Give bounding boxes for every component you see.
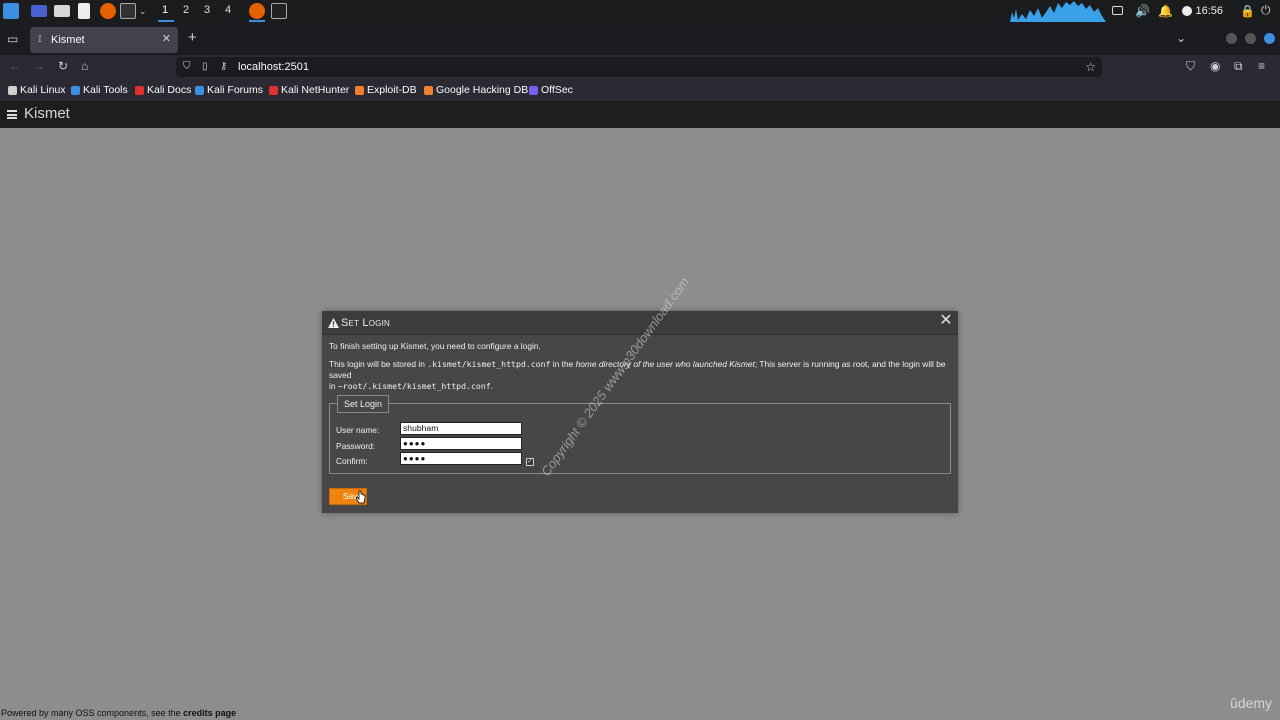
screen-icon[interactable] [1112, 6, 1123, 15]
pocket-icon[interactable]: ⛉ [1186, 59, 1195, 73]
kali-docs-icon [135, 85, 144, 95]
footer: Powered by many OSS components, see the … [0, 695, 1280, 720]
home-icon[interactable]: ⌂ [81, 59, 88, 73]
network-activity-graph [1010, 1, 1106, 22]
files-icon[interactable] [54, 5, 70, 17]
page-info-icon[interactable]: ▯ [202, 60, 208, 74]
tab-strip: ▭ ⟟ Kismet ✕ + ⌄ [0, 23, 1280, 55]
extensions-icon[interactable]: ⧉ [1234, 59, 1243, 73]
udemy-watermark: ûdemy [1229, 695, 1272, 711]
tracking-protection-icon[interactable]: ⛉ [183, 60, 191, 74]
bookmark-kali-nethunter[interactable]: Kali NetHunter [269, 84, 349, 96]
hamburger-menu-icon[interactable] [7, 110, 17, 119]
back-icon[interactable]: ← [9, 59, 21, 73]
tab-title: Kismet [51, 34, 85, 46]
bookmark-star-icon[interactable]: ☆ [1085, 60, 1096, 74]
window-maximize-button[interactable] [1245, 33, 1256, 44]
kali-tools-icon [71, 85, 80, 95]
firefox-icon[interactable] [100, 3, 116, 19]
notification-bell-icon[interactable]: 🔔 [1158, 4, 1173, 18]
forward-icon[interactable]: → [33, 59, 45, 73]
fieldset-legend: Set Login [337, 395, 390, 413]
kali-forums-icon [195, 85, 204, 95]
tab-list-icon[interactable]: ▭ [7, 32, 18, 46]
tab-kismet[interactable]: ⟟ Kismet ✕ [30, 27, 178, 53]
bookmark-offsec[interactable]: OffSec [529, 84, 573, 96]
lock-icon[interactable]: 🔒 [1240, 4, 1255, 18]
mouse-cursor-icon [356, 490, 366, 504]
workspace-2[interactable]: 2 [183, 4, 189, 16]
window-close-button[interactable] [1264, 33, 1275, 44]
os-taskbar: ⌄ 1 2 3 4 🔊 🔔 16:56 🔒 ⏻ [0, 0, 1280, 23]
kali-menu-icon[interactable] [3, 3, 19, 19]
bookmarks-toolbar: Kali Linux Kali Tools Kali Docs Kali For… [0, 79, 1280, 101]
workspace-3[interactable]: 3 [204, 4, 210, 16]
app-title: Kismet [24, 105, 70, 122]
footer-text: Powered by many OSS components, see the [1, 708, 184, 718]
firefox-running-indicator [249, 20, 265, 22]
dialog-storage-note: This login will be stored in .kismet/kis… [329, 359, 946, 391]
text-editor-icon[interactable] [78, 3, 90, 19]
volume-icon[interactable]: 🔊 [1135, 4, 1150, 18]
bookmark-exploit-db[interactable]: Exploit-DB [355, 84, 417, 96]
kismet-favicon: ⟟ [38, 34, 42, 45]
workspace-active-indicator [158, 20, 174, 22]
clock-icon [1182, 6, 1192, 16]
url-bar[interactable]: ⛉ ▯ ⚷ localhost:2501 ☆ [176, 57, 1102, 77]
bookmark-kali-forums[interactable]: Kali Forums [195, 84, 263, 96]
bookmark-kali-tools[interactable]: Kali Tools [71, 84, 128, 96]
terminal-icon[interactable] [120, 3, 136, 19]
navigation-toolbar: ← → ↻ ⌂ ⛉ ▯ ⚷ localhost:2501 ☆ ⛉ ◉ ⧉ ≡ [0, 55, 1280, 79]
password-field[interactable]: ●●●● [400, 437, 522, 450]
kismet-header: Kismet [0, 101, 1280, 128]
bookmark-google-hacking-db[interactable]: Google Hacking DB [424, 84, 528, 96]
password-label: Password: [336, 441, 376, 451]
username-field[interactable]: shubham [400, 422, 522, 435]
confirm-field[interactable]: ●●●● [400, 452, 522, 465]
power-icon[interactable]: ⏻ [1261, 3, 1271, 17]
reload-icon[interactable]: ↻ [58, 59, 68, 73]
kali-linux-icon [8, 85, 17, 95]
confirm-match-icon: ✓ [526, 458, 534, 466]
close-icon[interactable]: ✕ [938, 313, 954, 330]
warning-icon [328, 318, 339, 328]
set-login-fieldset: Set Login User name: shubham Password: ●… [329, 395, 951, 474]
exploit-db-icon [355, 85, 364, 95]
terminal-running-icon[interactable] [271, 3, 287, 19]
credits-link[interactable]: credits page [183, 708, 236, 718]
username-label: User name: [336, 425, 380, 435]
workspace-1[interactable]: 1 [162, 4, 168, 16]
menu-icon[interactable]: ≡ [1258, 59, 1265, 73]
chevron-down-icon[interactable]: ⌄ [139, 4, 147, 18]
tab-close-icon[interactable]: ✕ [162, 32, 171, 45]
google-hacking-db-icon [424, 85, 433, 95]
list-all-tabs-icon[interactable]: ⌄ [1176, 31, 1186, 45]
offsec-icon [529, 85, 538, 95]
dialog-title: Set Login [341, 317, 390, 329]
new-tab-icon[interactable]: + [188, 30, 197, 45]
window-minimize-button[interactable] [1226, 33, 1237, 44]
confirm-label: Confirm: [336, 456, 368, 466]
workspace-4[interactable]: 4 [225, 4, 231, 16]
firefox-running-icon[interactable] [249, 3, 265, 19]
bookmark-kali-docs[interactable]: Kali Docs [135, 84, 191, 96]
clock[interactable]: 16:56 [1195, 5, 1223, 17]
bookmark-kali-linux[interactable]: Kali Linux [8, 84, 66, 96]
account-icon[interactable]: ◉ [1210, 59, 1220, 73]
permissions-icon[interactable]: ⚷ [220, 60, 227, 74]
desktop-icon[interactable] [31, 5, 47, 17]
url-text[interactable]: localhost:2501 [238, 61, 309, 73]
kali-nethunter-icon [269, 85, 278, 95]
